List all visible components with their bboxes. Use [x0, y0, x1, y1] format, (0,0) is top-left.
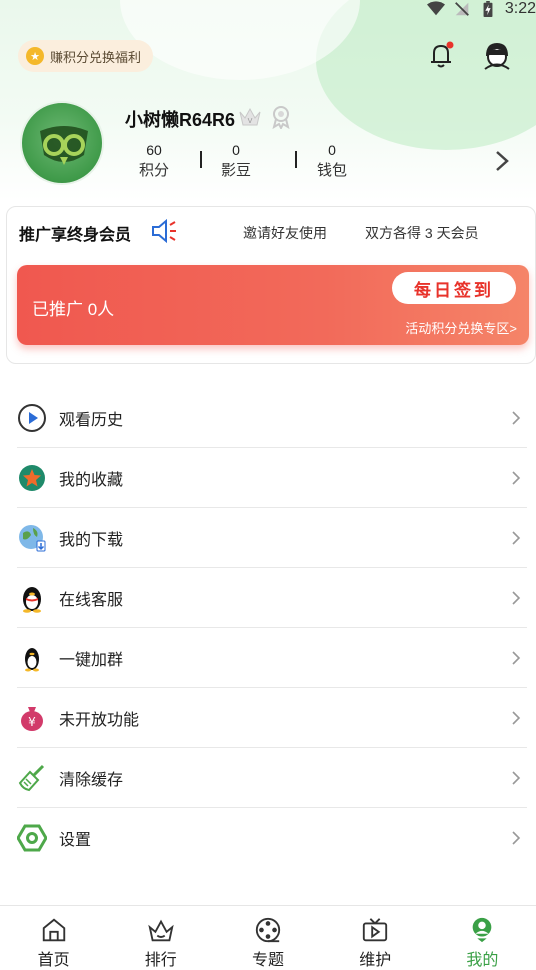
status-time: 3:22 — [504, 0, 536, 17]
star-coin-icon: ★ — [26, 47, 44, 65]
tv-play-icon — [363, 918, 388, 942]
stat-value: 0 — [232, 142, 240, 158]
promoted-count: 已推广 0人 — [32, 300, 115, 319]
tab-maintenance[interactable]: 维护 — [322, 906, 429, 970]
medal-badge-icon — [272, 106, 290, 129]
film-reel-icon — [255, 917, 281, 943]
nav-label: 维护 — [359, 952, 392, 969]
menu-item-watch-history[interactable]: 观看历史 — [17, 388, 527, 448]
vip-crown-badge-icon: V — [239, 107, 261, 126]
stat-label: 积分 — [138, 162, 169, 179]
qq-penguin-icon — [23, 586, 41, 613]
nav-label: 排行 — [144, 952, 177, 969]
stat-divider — [200, 151, 202, 168]
chevron-right-icon[interactable] — [494, 149, 510, 173]
avatar-logo-icon — [40, 126, 88, 165]
chevron-right-icon — [512, 711, 521, 725]
customer-service-icon[interactable] — [480, 38, 514, 72]
no-signal-icon — [454, 2, 469, 16]
profile-icon — [473, 917, 492, 943]
earn-points-button[interactable]: ★ 赚积分兑换福利 — [18, 40, 154, 72]
svg-text:V: V — [248, 117, 253, 125]
chevron-right-icon — [512, 411, 521, 425]
download-globe-icon — [19, 524, 46, 551]
qq-penguin-group-icon — [25, 647, 39, 671]
bottom-nav: 首页 排行 专题 维护 我的 — [0, 905, 536, 970]
earn-points-label: 赚积分兑换福利 — [50, 49, 142, 65]
speaker-icon — [152, 218, 176, 244]
chevron-right-icon — [512, 471, 521, 485]
favorite-star-icon — [19, 464, 45, 491]
broom-icon — [18, 764, 45, 791]
user-avatar[interactable] — [20, 101, 104, 185]
stat-points[interactable]: 60 积分 — [120, 140, 188, 184]
stat-beans[interactable]: 0 影豆 — [188, 140, 284, 184]
promotion-banner: 已推广 0人 每日签到 活动积分兑换专区> — [17, 265, 529, 345]
daily-signin-button[interactable]: 每日签到 — [392, 272, 516, 304]
profile-stats: 60 积分 0 影豆 0 钱包 — [120, 140, 380, 184]
wifi-icon — [426, 1, 445, 16]
invite-friends-text: 邀请好友使用 — [243, 225, 327, 241]
chevron-right-icon — [512, 831, 521, 845]
promotion-card: 推广享终身会员 邀请好友使用 双方各得 3 天会员 已推广 0人 每日签到 活动… — [6, 206, 536, 364]
stat-divider — [295, 151, 297, 168]
menu-item-favorites[interactable]: 我的收藏 — [17, 448, 527, 508]
chevron-right-icon — [512, 651, 521, 665]
tab-ranking[interactable]: 排行 — [107, 906, 214, 970]
stat-label: 影豆 — [220, 162, 251, 179]
stat-wallet[interactable]: 0 钱包 — [284, 140, 380, 184]
status-bar: 3:22 — [426, 0, 536, 18]
menu-label: 一键加群 — [59, 651, 124, 669]
nav-label: 专题 — [252, 952, 285, 969]
menu-item-settings[interactable]: 设置 — [17, 808, 527, 868]
chevron-right-icon — [512, 531, 521, 545]
nav-label: 首页 — [37, 952, 70, 969]
stat-value: 60 — [146, 142, 162, 158]
menu-item-join-group[interactable]: 一键加群 — [17, 628, 527, 688]
menu-label: 清除缓存 — [59, 771, 124, 789]
points-exchange-link[interactable]: 活动积分兑换专区> — [405, 318, 517, 337]
svg-text:¥: ¥ — [28, 715, 36, 729]
battery-charging-icon — [483, 1, 493, 17]
tab-topics[interactable]: 专题 — [214, 906, 321, 970]
menu-list: 观看历史 我的收藏 我的下载 在线客服 一键加群 ¥ 未开放功能 清除缓存 设置 — [17, 388, 527, 868]
play-history-icon — [18, 403, 46, 432]
nav-label: 我的 — [466, 952, 499, 969]
menu-item-online-service[interactable]: 在线客服 — [17, 568, 527, 628]
menu-item-clear-cache[interactable]: 清除缓存 — [17, 748, 527, 808]
menu-label: 设置 — [59, 832, 92, 849]
chevron-right-icon — [512, 591, 521, 605]
menu-label: 观看历史 — [59, 411, 124, 429]
menu-label: 未开放功能 — [59, 711, 140, 729]
tab-home[interactable]: 首页 — [0, 906, 107, 970]
chevron-right-icon — [512, 771, 521, 785]
menu-item-downloads[interactable]: 我的下载 — [17, 508, 527, 568]
menu-label: 我的下载 — [59, 531, 124, 549]
both-get-text: 双方各得 3 天会员 — [365, 225, 479, 241]
notification-bell-icon[interactable] — [426, 40, 456, 70]
ranking-crown-icon — [148, 919, 174, 942]
money-bag-icon: ¥ — [21, 706, 43, 731]
menu-label: 我的收藏 — [59, 471, 124, 489]
stat-label: 钱包 — [316, 162, 347, 179]
promo-title: 推广享终身会员 — [19, 227, 132, 244]
stat-value: 0 — [328, 142, 336, 158]
home-icon — [42, 918, 65, 942]
hexagon-settings-icon — [17, 824, 47, 852]
username: 小树懒R64R6 — [125, 110, 236, 130]
menu-item-unopened[interactable]: ¥ 未开放功能 — [17, 688, 527, 748]
tab-mine[interactable]: 我的 — [429, 906, 536, 970]
menu-label: 在线客服 — [59, 591, 124, 609]
